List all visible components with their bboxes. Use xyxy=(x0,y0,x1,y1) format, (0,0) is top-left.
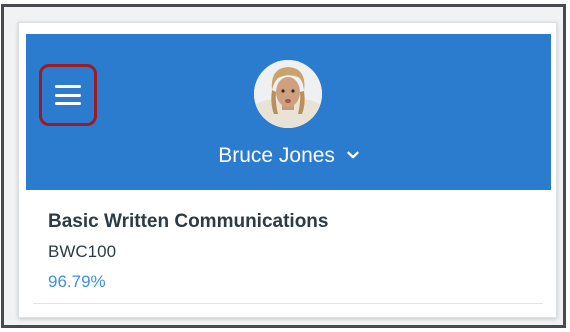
menu-button[interactable] xyxy=(39,64,97,126)
profile-header: Bruce Jones xyxy=(26,34,551,190)
avatar[interactable] xyxy=(254,60,322,128)
course-grade[interactable]: 96.79% xyxy=(48,271,106,293)
course-title[interactable]: Basic Written Communications xyxy=(48,210,328,234)
chevron-down-icon xyxy=(347,141,359,167)
user-name: Bruce Jones xyxy=(218,144,335,167)
course-code: BWC100 xyxy=(48,242,117,261)
user-avatar-image xyxy=(254,60,322,128)
hamburger-menu-icon xyxy=(55,85,81,105)
user-menu-toggle[interactable]: Bruce Jones xyxy=(26,141,551,169)
divider xyxy=(33,303,543,304)
screenshot-frame: Bruce Jones Basic Written Communications… xyxy=(1,4,566,328)
course-card: Bruce Jones Basic Written Communications… xyxy=(18,22,557,318)
